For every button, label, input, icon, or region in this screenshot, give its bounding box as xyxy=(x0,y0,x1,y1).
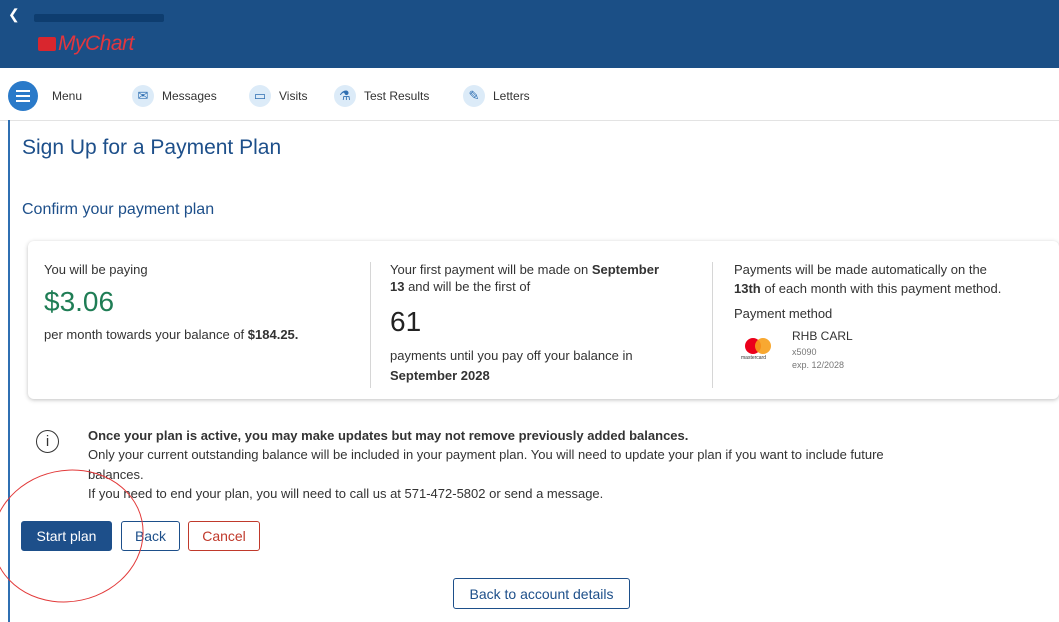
payoff-text: payments until you pay off your balance … xyxy=(390,348,633,363)
nav-item-messages[interactable]: ✉ Messages xyxy=(132,82,217,110)
back-button[interactable]: Back xyxy=(121,521,180,551)
content-left-border xyxy=(8,120,10,622)
payment-count: 61 xyxy=(390,306,422,337)
info-icon: i xyxy=(36,430,59,453)
notice-line3: If you need to end your plan, you will n… xyxy=(88,486,604,501)
nav-menu-label[interactable]: Menu xyxy=(52,82,82,110)
first-payment-line1: Your first payment will be made on Septe… xyxy=(390,262,660,277)
autopay-line2: 13th of each month with this payment met… xyxy=(734,281,1002,296)
start-plan-button[interactable]: Start plan xyxy=(21,521,112,551)
notice-line2: balances. xyxy=(88,467,144,482)
organization-logo xyxy=(34,14,164,22)
payoff-date: September 2028 xyxy=(390,368,490,383)
flask-icon: ⚗ xyxy=(334,85,356,107)
notice-heading: Once your plan is active, you may make u… xyxy=(88,428,689,443)
back-to-account-button[interactable]: Back to account details xyxy=(453,578,630,609)
monthly-amount: $3.06 xyxy=(44,286,115,317)
card-expiry: exp. 12/2028 xyxy=(792,360,845,370)
nav-item-letters[interactable]: ✎ Letters xyxy=(463,82,530,110)
page-title: Sign Up for a Payment Plan xyxy=(22,136,282,159)
card-last4: x5090 xyxy=(792,347,817,357)
notice-line1: Only your current outstanding balance wi… xyxy=(88,447,884,462)
card-name: RHB CARL xyxy=(792,329,853,343)
card-divider xyxy=(370,262,371,388)
app-logo-text[interactable]: MyChart xyxy=(58,32,134,56)
first-payment-line2: 13 and will be the first of xyxy=(390,279,531,294)
back-arrow-icon[interactable]: ❮ xyxy=(8,6,20,23)
paying-heading: You will be paying xyxy=(44,262,148,277)
payment-method-label: Payment method xyxy=(734,306,833,321)
balance-text: per month towards your balance of $184.2… xyxy=(44,327,299,342)
mychart-logo-icon xyxy=(38,37,56,51)
section-subtitle: Confirm your payment plan xyxy=(22,201,215,218)
app-header: ❮ MyChart xyxy=(0,0,1059,68)
balance-amount: $184.25. xyxy=(247,327,299,342)
nav-item-visits[interactable]: ▭ Visits xyxy=(249,82,307,110)
letter-icon: ✎ xyxy=(463,85,485,107)
mastercard-icon: mastercard xyxy=(741,338,777,361)
cancel-button[interactable]: Cancel xyxy=(188,521,260,551)
card-divider xyxy=(712,262,713,388)
nav-item-test-results[interactable]: ⚗ Test Results xyxy=(334,82,429,110)
calendar-icon: ▭ xyxy=(249,85,271,107)
autopay-line1: Payments will be made automatically on t… xyxy=(734,262,987,277)
envelope-icon: ✉ xyxy=(132,85,154,107)
menu-button[interactable] xyxy=(8,81,38,111)
